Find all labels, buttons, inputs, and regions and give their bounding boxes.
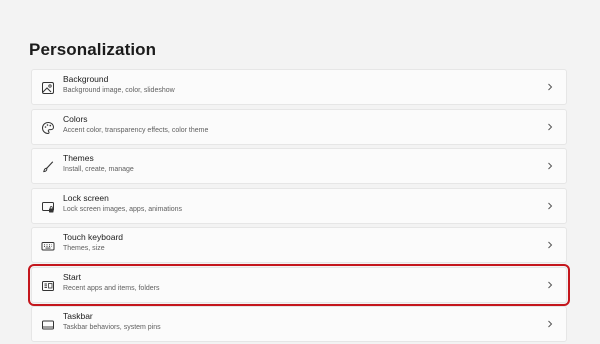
brush-icon — [41, 160, 55, 174]
page-title: Personalization — [29, 40, 157, 59]
setting-description: Themes, size — [63, 245, 105, 252]
setting-label: Background — [63, 74, 109, 84]
setting-description: Background image, color, slideshow — [63, 87, 175, 94]
setting-description: Install, create, manage — [63, 166, 134, 173]
lock-screen-icon — [41, 200, 55, 214]
setting-label: Themes — [63, 153, 94, 163]
setting-row-start[interactable]: Start Recent apps and items, folders — [28, 263, 570, 306]
setting-row-taskbar[interactable]: Taskbar Taskbar behaviors, system pins — [31, 306, 567, 342]
palette-icon — [41, 121, 55, 135]
setting-label: Taskbar — [63, 311, 93, 321]
image-icon — [41, 81, 55, 95]
chevron-right-icon — [546, 161, 554, 171]
start-icon — [41, 279, 55, 293]
chevron-right-icon — [546, 82, 554, 92]
setting-description: Recent apps and items, folders — [63, 284, 160, 292]
setting-row-lock-screen[interactable]: Lock screen Lock screen images, apps, an… — [31, 187, 567, 224]
setting-row-background[interactable]: Background Background image, color, slid… — [31, 69, 567, 105]
setting-row-colors[interactable]: Colors Accent color, transparency effect… — [31, 108, 567, 145]
setting-row-themes[interactable]: Themes Install, create, manage — [31, 148, 567, 184]
setting-description: Accent color, transparency effects, colo… — [63, 126, 209, 134]
chevron-right-icon — [546, 122, 554, 132]
setting-label: Colors — [63, 113, 88, 124]
settings-window: Personalization Background Background im… — [0, 0, 600, 344]
chevron-right-icon — [546, 319, 554, 329]
chevron-right-icon — [546, 240, 554, 250]
settings-list: Background Background image, color, slid… — [28, 69, 570, 344]
setting-label: Touch keyboard — [63, 232, 124, 242]
keyboard-icon — [41, 239, 55, 253]
setting-description: Lock screen images, apps, animations — [63, 205, 183, 213]
setting-row-touch-keyboard[interactable]: Touch keyboard Themes, size — [31, 227, 567, 263]
taskbar-icon — [41, 318, 55, 332]
chevron-right-icon — [546, 280, 554, 290]
setting-label: Start — [63, 271, 81, 282]
setting-description: Taskbar behaviors, system pins — [63, 324, 161, 331]
setting-label: Lock screen — [63, 192, 109, 203]
chevron-right-icon — [546, 201, 554, 211]
